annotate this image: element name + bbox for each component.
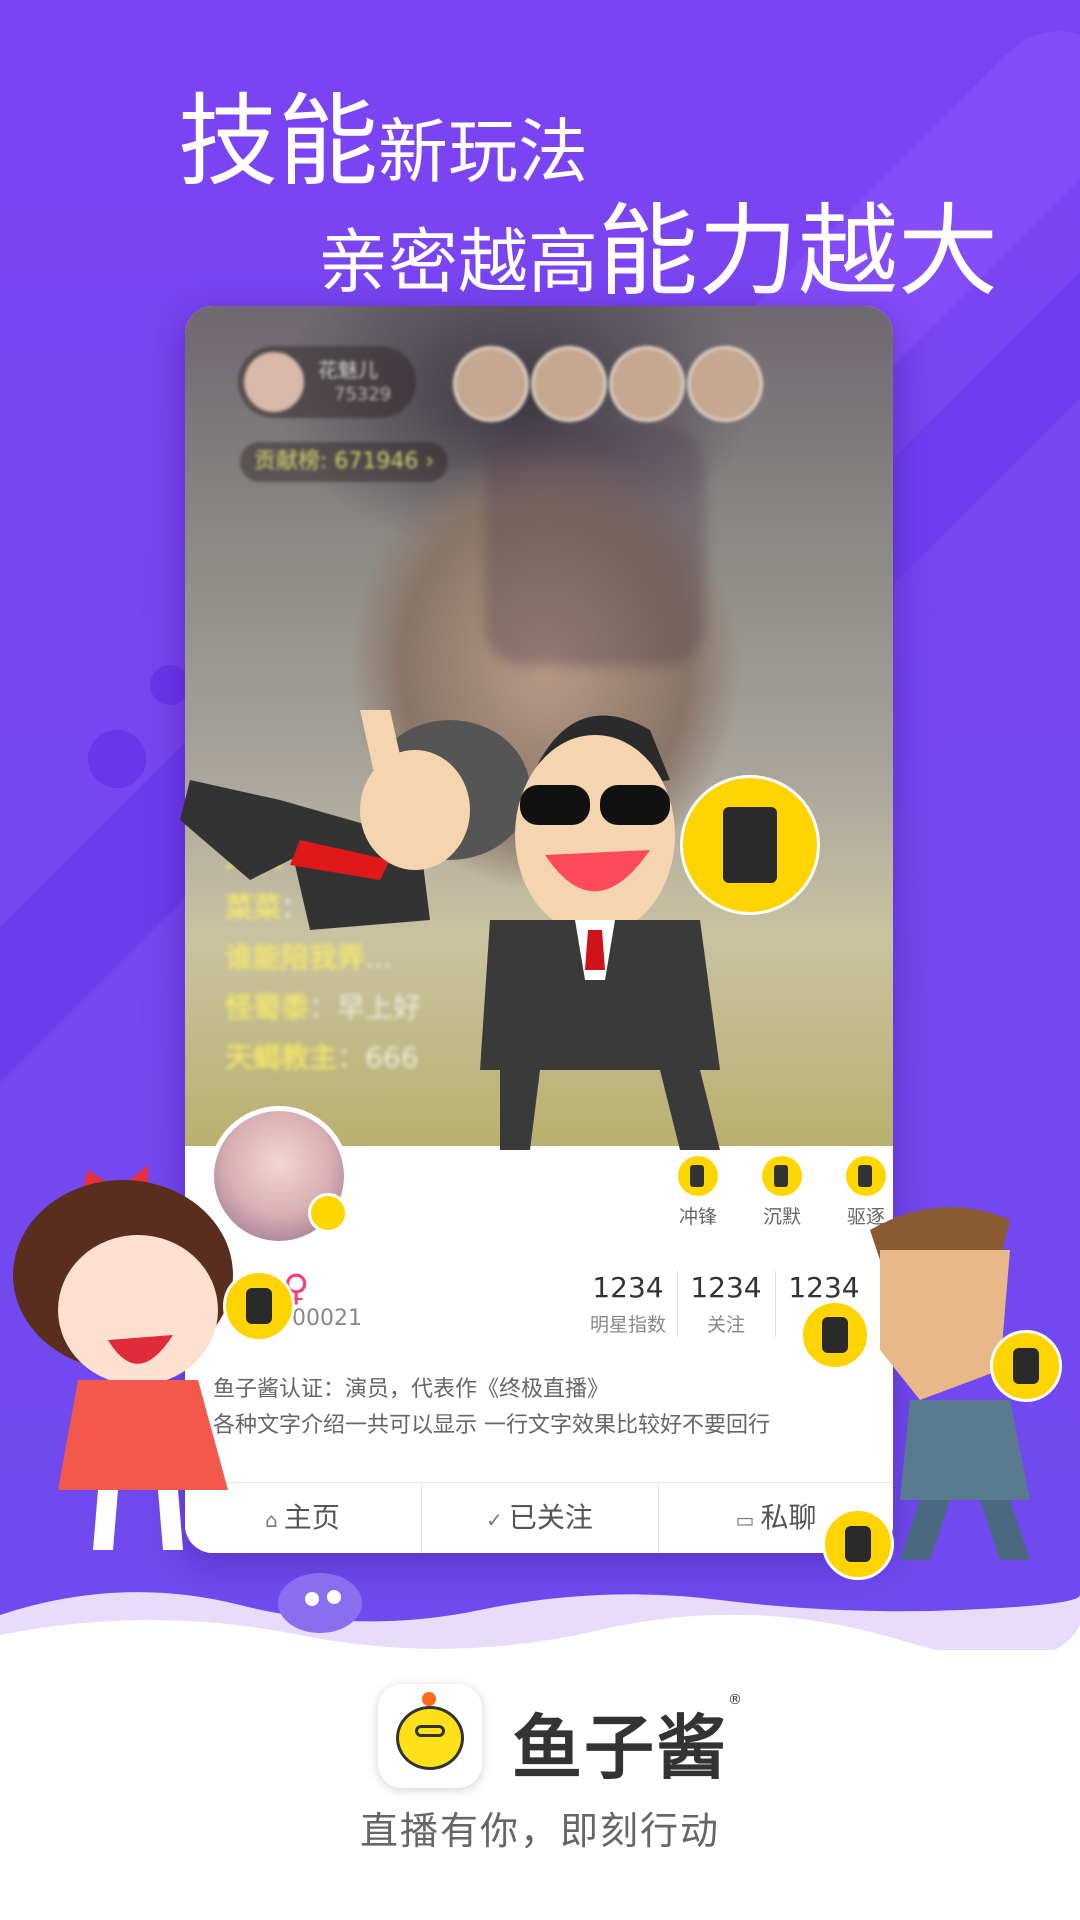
private-chat-label: 私聊 xyxy=(760,1501,817,1534)
host-count: 75329 xyxy=(334,384,392,405)
expel-icon xyxy=(846,1156,886,1196)
silence-skill-bubble-icon xyxy=(990,1330,1062,1402)
divider xyxy=(775,1271,776,1337)
stat-value: 1234 xyxy=(690,1271,762,1304)
profile-panel: 冲锋 沉默 驱逐 佳♀ .15000021 1234 明星指数 1234 关注 xyxy=(185,1106,893,1553)
profile-action-bar: ⌂ 主页 ✓ 已关注 ▭ 私聊 xyxy=(185,1482,893,1553)
brand-slogan: 直播有你，即刻行动 xyxy=(359,1809,720,1853)
followed-label: 已关注 xyxy=(508,1501,593,1534)
bio-description: 各种文字介绍一共可以显示 一行文字效果比较好不要回行 xyxy=(213,1413,770,1438)
cartoon-girl-illustration xyxy=(13,1165,233,1550)
viewer-avatar[interactable] xyxy=(531,346,607,422)
viewer-avatar[interactable] xyxy=(687,346,763,422)
divider xyxy=(677,1271,678,1337)
stream-blur xyxy=(485,426,705,666)
skill-charge[interactable]: 冲锋 xyxy=(663,1156,733,1229)
flame-icon xyxy=(422,1692,436,1706)
stat-label: 关注 xyxy=(706,1314,745,1336)
chat-bubble-icon: ▭ xyxy=(735,1508,755,1532)
falling-man-illustration xyxy=(180,710,530,930)
headline-line-2: 亲密越高能力越大 xyxy=(318,170,998,315)
profile-bio: 鱼子酱认证：演员，代表作《终极直播》 各种文字介绍一共可以显示 一行文字效果比较… xyxy=(213,1372,770,1444)
charge-icon xyxy=(678,1156,718,1196)
skill-label: 沉默 xyxy=(762,1206,801,1228)
decor-dot xyxy=(88,730,146,788)
brand-wordmark: 鱼子酱® xyxy=(512,1692,744,1793)
silence-icon xyxy=(762,1156,802,1196)
viewer-avatar[interactable] xyxy=(609,346,685,422)
host-pill[interactable]: 花魅儿 75329 xyxy=(238,346,416,418)
stat-following[interactable]: 1234 关注 xyxy=(683,1271,769,1337)
headline-emphasis: 能力越大 xyxy=(598,193,998,310)
host-name: 花魅儿 xyxy=(318,358,378,382)
stat-value: 1234 xyxy=(592,1271,664,1304)
contribution-button[interactable]: 贡献榜: 671946 › xyxy=(240,442,449,482)
skill-label: 冲锋 xyxy=(678,1206,717,1228)
stat-star-index[interactable]: 1234 明星指数 xyxy=(585,1271,671,1337)
check-icon: ✓ xyxy=(486,1508,503,1532)
cartoon-bodyguard-scene xyxy=(180,710,720,1150)
stat-label: 明星指数 xyxy=(589,1314,666,1336)
host-avatar xyxy=(244,352,304,412)
chick-mascot-icon xyxy=(396,1706,464,1770)
headline-text: 亲密越高 xyxy=(318,221,598,303)
expel-skill-bubble-icon xyxy=(680,775,820,915)
registered-mark: ® xyxy=(728,1692,744,1708)
app-logo-icon xyxy=(378,1684,482,1788)
bio-verification: 鱼子酱认证：演员，代表作《终极直播》 xyxy=(213,1377,610,1402)
level-badge-icon xyxy=(308,1193,348,1233)
silence-skill-bubble-icon xyxy=(223,1270,295,1342)
brand-name: 鱼子酱 xyxy=(512,1707,728,1789)
viewer-avatar[interactable] xyxy=(453,346,529,422)
charge-skill-bubble-icon xyxy=(800,1300,870,1370)
followed-button[interactable]: ✓ 已关注 xyxy=(422,1483,657,1553)
home-label: 主页 xyxy=(283,1501,340,1534)
contribution-label: 贡献榜: 671946 xyxy=(254,449,419,474)
skill-silence[interactable]: 沉默 xyxy=(747,1156,817,1229)
